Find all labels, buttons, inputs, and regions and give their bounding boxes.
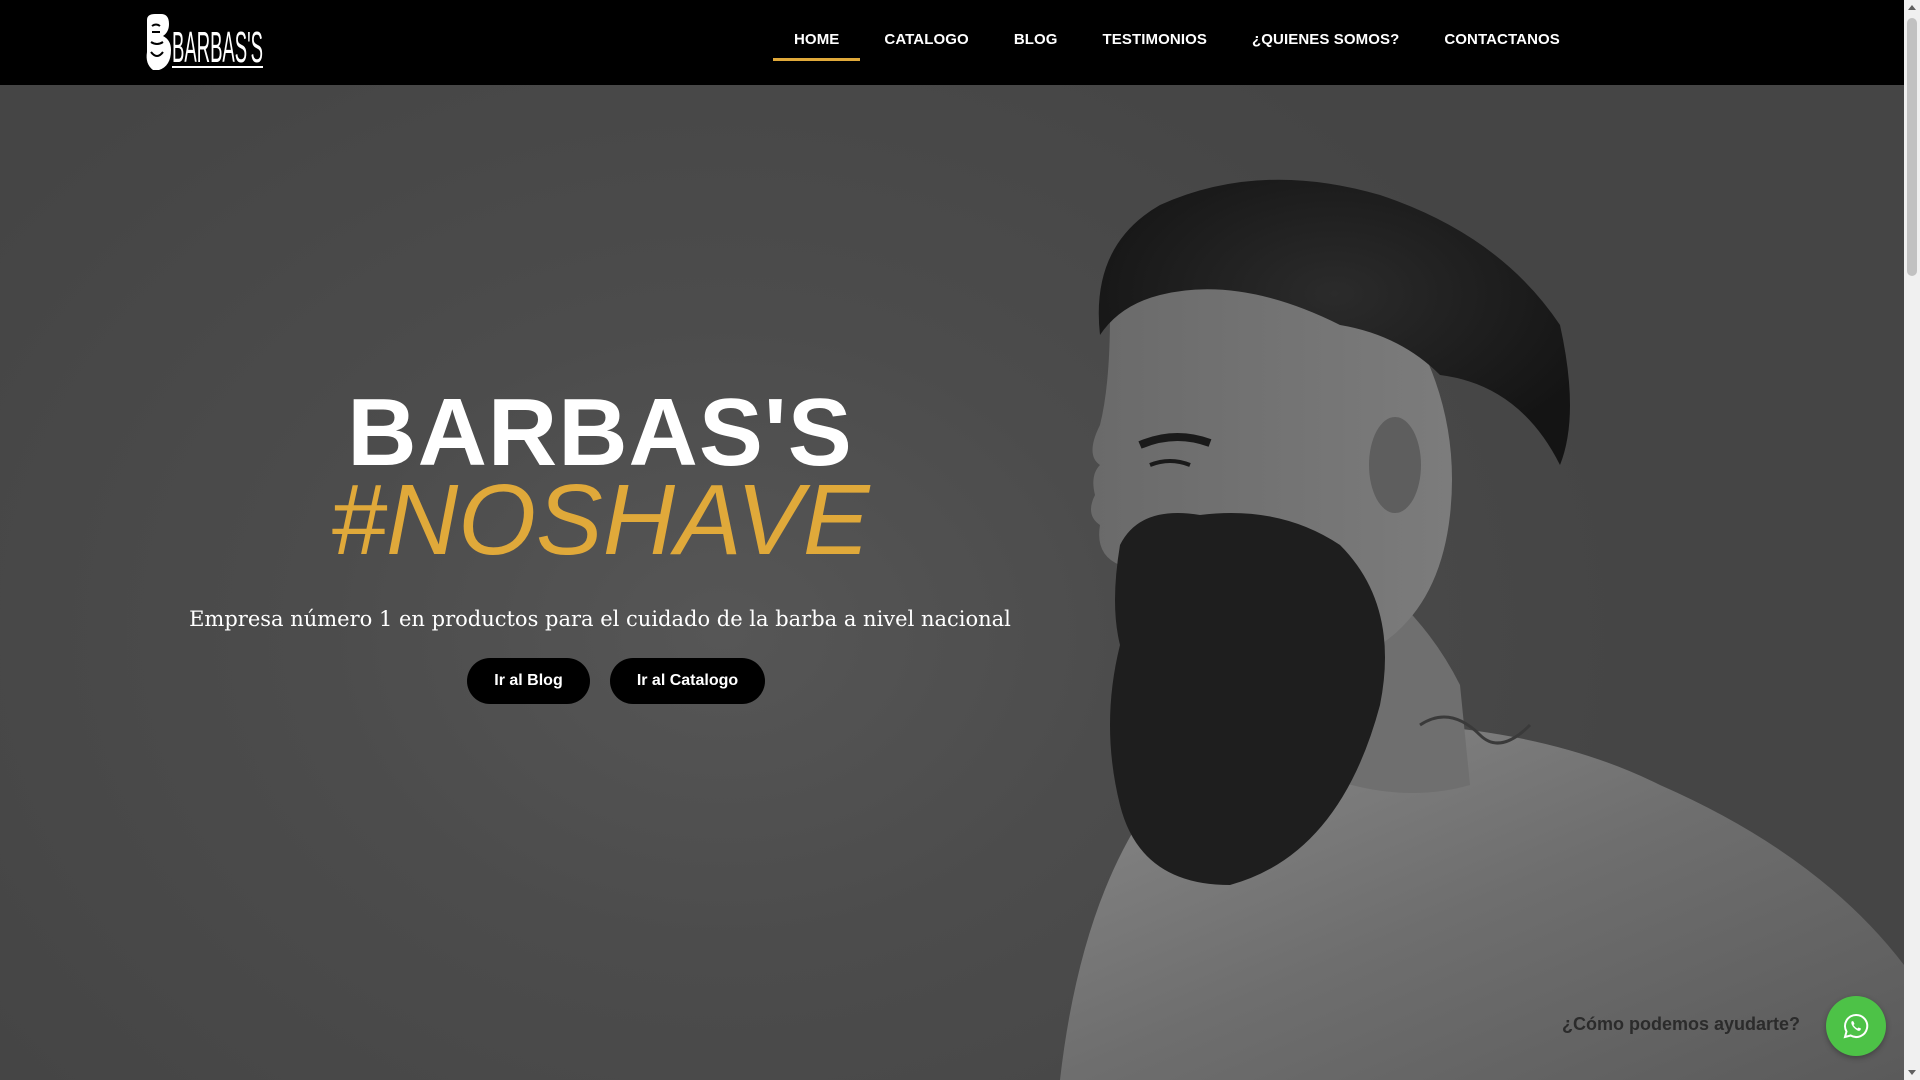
site-header: BARBAS'S HOME CATALOGO BLOG TESTIMONIOS … [0, 0, 1904, 85]
go-to-blog-button[interactable]: Ir al Blog [467, 658, 590, 704]
whatsapp-prompt[interactable]: ¿Cómo podemos ayudarte? [1562, 1014, 1800, 1035]
svg-text:BARBAS'S: BARBAS'S [172, 23, 263, 72]
nav-contactanos[interactable]: CONTACTANOS [1423, 0, 1581, 78]
go-to-catalog-button[interactable]: Ir al Catalogo [610, 658, 765, 704]
scroll-down-arrow-icon[interactable] [1908, 1070, 1916, 1075]
brand-logo[interactable]: BARBAS'S [143, 12, 265, 72]
hero-tagline: #NOSHAVE [330, 464, 870, 576]
bearded-man-image [1060, 179, 1904, 1080]
nav-catalogo[interactable]: CATALOGO [863, 0, 989, 78]
hero-section: BARBAS'S #NOSHAVE Empresa número 1 en pr… [0, 85, 1904, 1080]
scroll-up-arrow-icon[interactable] [1908, 5, 1916, 10]
nav-quienes-somos[interactable]: ¿QUIENES SOMOS? [1231, 0, 1420, 78]
hero-subtitle: Empresa número 1 en productos para el cu… [189, 607, 1011, 631]
main-nav: HOME CATALOGO BLOG TESTIMONIOS ¿QUIENES … [773, 0, 1584, 85]
whatsapp-icon [1843, 1013, 1869, 1039]
nav-testimonios[interactable]: TESTIMONIOS [1082, 0, 1228, 78]
whatsapp-button[interactable] [1826, 996, 1886, 1056]
scrollbar-thumb[interactable] [1907, 18, 1917, 276]
nav-blog[interactable]: BLOG [993, 0, 1079, 78]
page-scrollbar[interactable] [1904, 0, 1920, 1080]
page: BARBAS'S HOME CATALOGO BLOG TESTIMONIOS … [0, 0, 1920, 1080]
nav-home[interactable]: HOME [773, 0, 861, 78]
